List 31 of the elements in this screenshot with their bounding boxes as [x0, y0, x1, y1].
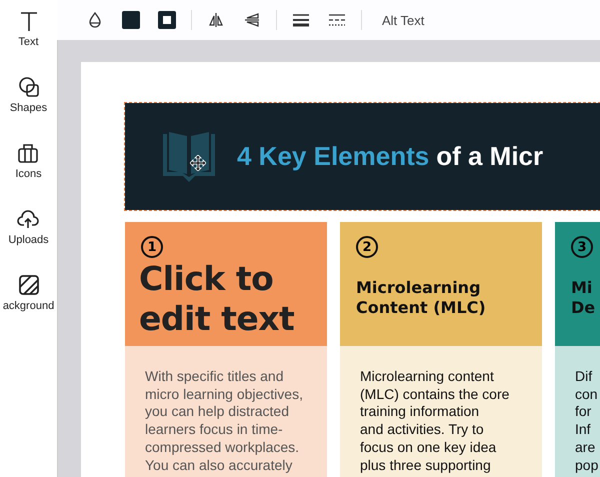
sidebar-item[interactable]: Shapes — [10, 76, 48, 122]
body-text: Microlearning content (MLC) contains the core training information and activities. Try to focus on one key idea plus three supporting — [360, 368, 510, 474]
body-text: Dif con for Inf are pop — [575, 368, 598, 474]
header-banner[interactable]: 4 Key Elements of a Micr — [125, 103, 600, 210]
cloud-upload-icon — [17, 208, 40, 230]
shapes-icon — [18, 76, 40, 98]
sidebar-item[interactable]: Text — [18, 10, 40, 56]
number-circle: 1 — [141, 236, 163, 258]
open-book-icon — [161, 130, 217, 184]
placeholder-text[interactable]: Click to edit text — [139, 259, 294, 339]
sidebar-item[interactable]: Uploads — [8, 208, 49, 254]
alt-text-button[interactable]: Alt Text — [374, 8, 432, 32]
title-text: of a Micr — [436, 141, 544, 172]
title-text: 4 Key Elements — [237, 141, 430, 172]
briefcase-icon — [17, 142, 40, 164]
line-style-icon[interactable] — [329, 13, 345, 27]
number-circle: 2 — [356, 236, 378, 258]
sidebar-item[interactable]: Icons — [15, 142, 42, 188]
droplet-icon[interactable] — [87, 12, 103, 28]
line-weight-icon[interactable] — [293, 13, 309, 27]
body-text: With specific titles and micro learning objectives, you can help distracted learners focus in time- compressed workplaces. You can also accurately — [145, 368, 303, 474]
fill-color-swatch[interactable] — [122, 11, 140, 29]
hatched-square-icon — [18, 274, 40, 296]
number-circle: 3 — [571, 236, 593, 258]
border-color-icon[interactable] — [158, 11, 176, 29]
move-cursor-icon — [190, 155, 206, 171]
card-title: Mi De — [571, 278, 596, 318]
flip-vertical-icon[interactable] — [244, 12, 260, 28]
sidebar-item[interactable]: ackground — [2, 274, 54, 320]
flip-horizontal-icon[interactable] — [208, 12, 224, 28]
card-title: Microlearning Content (MLC) — [356, 278, 486, 318]
